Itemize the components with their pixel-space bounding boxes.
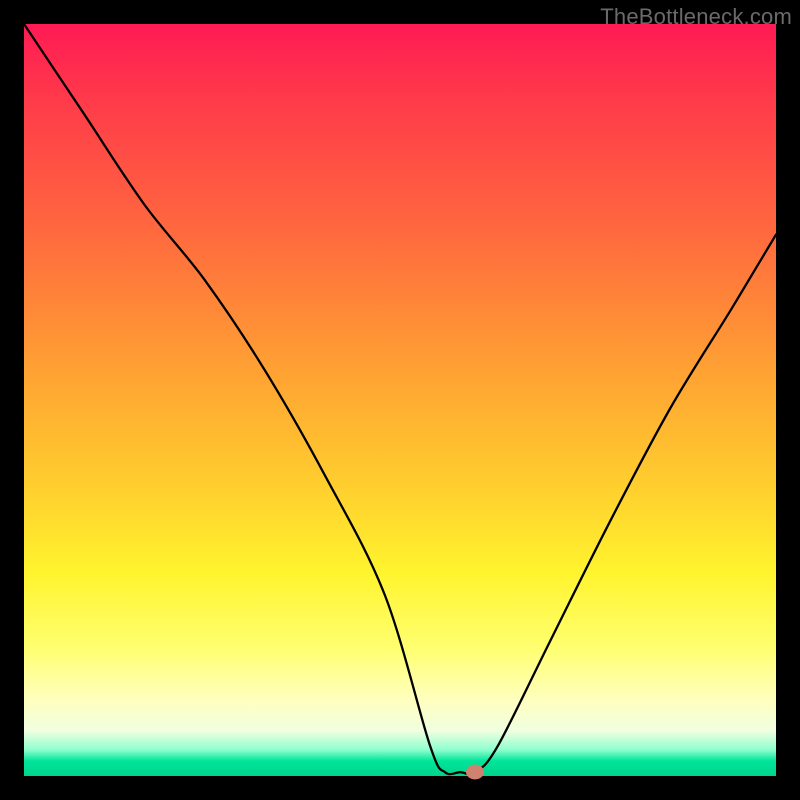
chart-frame: TheBottleneck.com (0, 0, 800, 800)
bottleneck-curve (24, 24, 776, 776)
curve-path (24, 24, 776, 774)
watermark-text: TheBottleneck.com (600, 4, 792, 30)
optimal-point-marker (466, 765, 484, 780)
